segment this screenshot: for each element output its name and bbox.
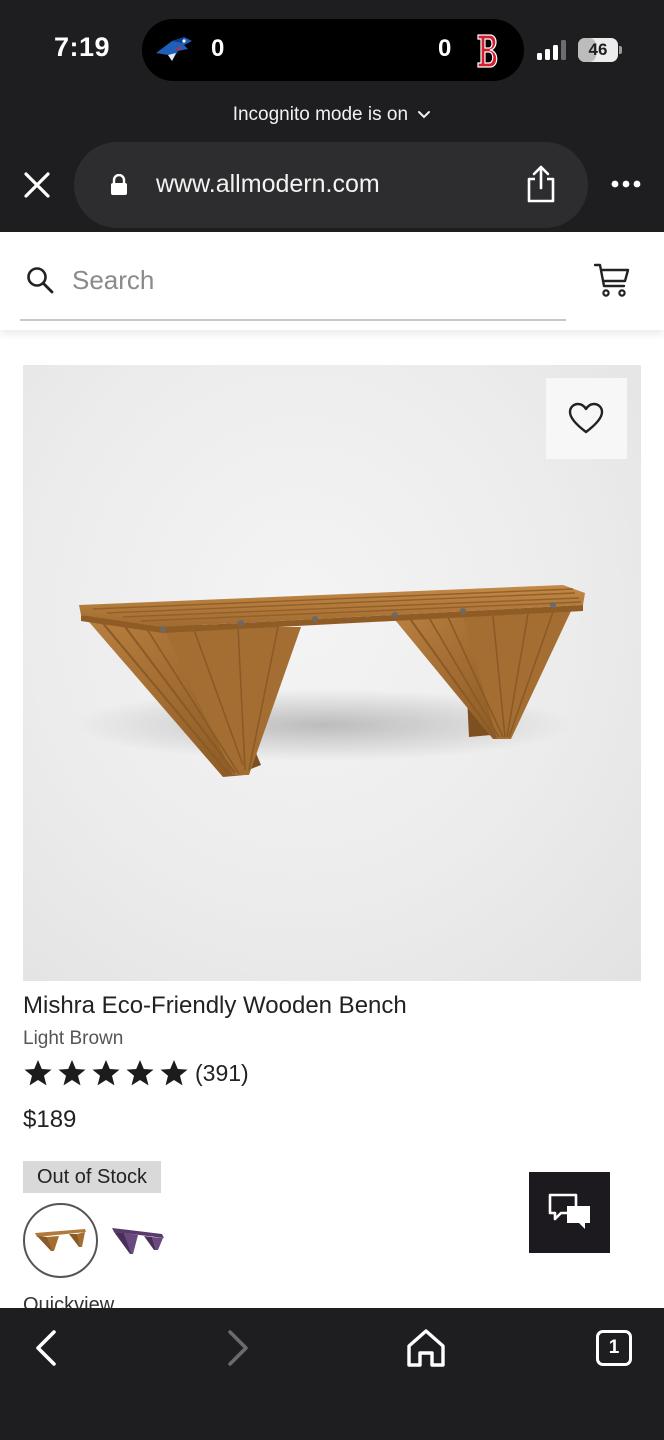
home-icon[interactable] xyxy=(404,1326,448,1370)
star-icon xyxy=(92,1060,120,1086)
search-icon[interactable] xyxy=(26,266,54,294)
close-icon[interactable] xyxy=(22,170,52,200)
web-page: Mishra Eco-Friendly Wooden Bench Light B… xyxy=(0,232,664,1308)
product-title[interactable]: Mishra Eco-Friendly Wooden Bench xyxy=(23,992,407,1020)
incognito-label: Incognito mode is on xyxy=(232,104,409,125)
signal-icon xyxy=(537,40,566,60)
tabs-button[interactable]: 1 xyxy=(594,1326,638,1370)
left-team-score: 0 xyxy=(211,35,225,62)
search-input[interactable] xyxy=(72,260,552,300)
favorite-button[interactable] xyxy=(546,378,627,459)
light-brown-swatch[interactable] xyxy=(23,1203,98,1278)
chevron-down-icon xyxy=(418,110,431,119)
url-text: www.allmodern.com xyxy=(156,170,380,198)
purple-swatch[interactable] xyxy=(108,1214,168,1266)
product-image[interactable] xyxy=(23,365,641,981)
red-sox-logo xyxy=(477,34,498,68)
status-time: 7:19 xyxy=(54,32,111,62)
address-bar[interactable]: www.allmodern.com xyxy=(74,142,588,228)
lock-icon xyxy=(111,174,127,195)
incognito-banner[interactable]: Incognito mode is on xyxy=(0,104,664,126)
star-icon xyxy=(58,1060,86,1086)
site-header xyxy=(0,232,664,330)
product-price: $189 xyxy=(23,1106,77,1133)
rating-stars[interactable]: (391) xyxy=(23,1058,249,1088)
browser-toolbar: 1 xyxy=(0,1308,664,1440)
chat-button[interactable] xyxy=(529,1172,610,1253)
cart-icon[interactable] xyxy=(594,262,630,298)
right-team-score: 0 xyxy=(438,35,452,62)
star-icon xyxy=(126,1060,154,1086)
more-icon[interactable] xyxy=(610,174,642,194)
battery-icon: 46 xyxy=(578,38,624,62)
forward-icon[interactable] xyxy=(214,1326,258,1370)
status-bar: 7:19 0 0 46 xyxy=(0,0,664,100)
product-variant: Light Brown xyxy=(23,1028,124,1049)
battery-level: 46 xyxy=(588,40,608,59)
quickview-link[interactable]: Quickview xyxy=(23,1294,114,1308)
star-icon xyxy=(24,1060,52,1086)
tab-count: 1 xyxy=(596,1330,632,1366)
blue-jays-logo xyxy=(156,37,192,61)
bench-thumbnail-brown xyxy=(35,1229,86,1251)
chat-icon xyxy=(548,1193,590,1229)
back-icon[interactable] xyxy=(26,1326,70,1370)
search-underline xyxy=(20,319,566,321)
star-icon xyxy=(160,1060,188,1086)
review-count[interactable]: (391) xyxy=(195,1060,249,1087)
stock-status-badge: Out of Stock xyxy=(23,1161,162,1193)
share-icon[interactable] xyxy=(524,164,558,204)
address-bar-row: www.allmodern.com xyxy=(0,142,664,232)
live-activity-scoreboard[interactable]: 0 0 xyxy=(142,19,524,81)
heart-icon xyxy=(568,402,604,434)
